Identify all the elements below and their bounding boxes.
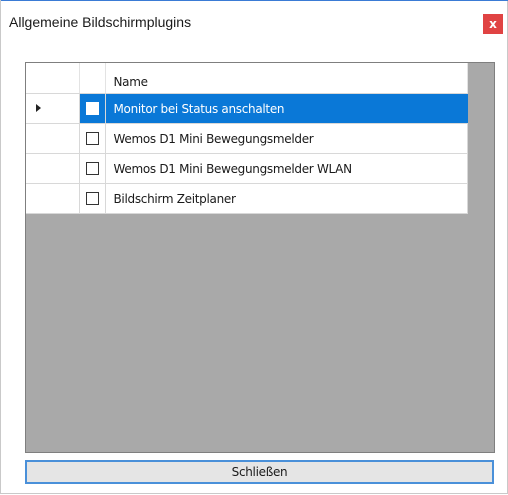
row-selector-arrow-icon bbox=[36, 104, 41, 112]
table-row[interactable]: Bildschirm Zeitplaner bbox=[26, 183, 468, 214]
table-row[interactable]: Wemos D1 Mini Bewegungsmelder WLAN bbox=[26, 153, 468, 184]
grid-header-row: Name bbox=[26, 63, 468, 94]
checkbox-column-header[interactable] bbox=[79, 63, 106, 94]
plugins-table: Name Monitor bei Status anschalten Wemos… bbox=[26, 63, 468, 214]
checkbox-cell[interactable] bbox=[79, 123, 106, 154]
title-bar-accent bbox=[1, 0, 508, 1]
plugin-name-cell[interactable]: Monitor bei Status anschalten bbox=[105, 93, 468, 124]
name-column-header[interactable]: Name bbox=[105, 63, 468, 94]
enable-checkbox[interactable] bbox=[85, 102, 99, 115]
enable-checkbox[interactable] bbox=[85, 162, 99, 175]
row-header-cell[interactable] bbox=[26, 123, 80, 154]
close-icon: x bbox=[489, 17, 497, 31]
enable-checkbox[interactable] bbox=[85, 132, 99, 145]
row-header-corner bbox=[26, 63, 80, 94]
close-button[interactable]: Schließen bbox=[25, 460, 494, 484]
close-window-button[interactable]: x bbox=[483, 14, 503, 34]
checkbox-cell[interactable] bbox=[79, 93, 106, 124]
dialog-window: Allgemeine Bildschirmplugins x Name Moni… bbox=[0, 0, 508, 494]
table-row[interactable]: Monitor bei Status anschalten bbox=[26, 93, 468, 124]
table-row[interactable]: Wemos D1 Mini Bewegungsmelder bbox=[26, 123, 468, 154]
plugin-name-cell[interactable]: Wemos D1 Mini Bewegungsmelder WLAN bbox=[105, 153, 468, 184]
row-header-cell[interactable] bbox=[26, 183, 80, 214]
plugins-grid[interactable]: Name Monitor bei Status anschalten Wemos… bbox=[25, 62, 495, 453]
checkbox-cell[interactable] bbox=[79, 183, 106, 214]
row-header-cell[interactable] bbox=[26, 93, 80, 124]
row-header-cell[interactable] bbox=[26, 153, 80, 184]
plugin-name-cell[interactable]: Wemos D1 Mini Bewegungsmelder bbox=[105, 123, 468, 154]
plugin-name-cell[interactable]: Bildschirm Zeitplaner bbox=[105, 183, 468, 214]
enable-checkbox[interactable] bbox=[85, 192, 99, 205]
window-title: Allgemeine Bildschirmplugins bbox=[9, 14, 192, 30]
checkbox-cell[interactable] bbox=[79, 153, 106, 184]
